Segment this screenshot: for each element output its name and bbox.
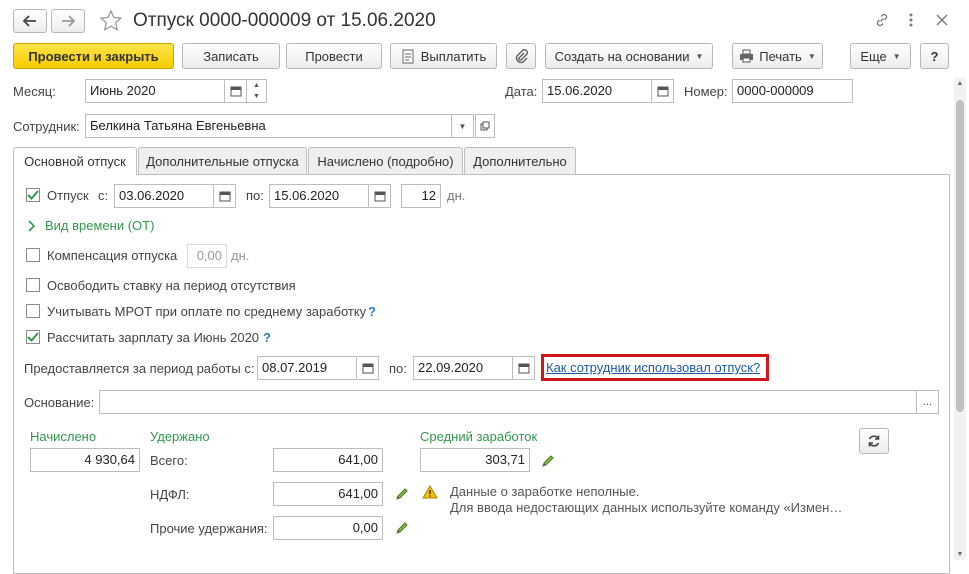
vacation-days-unit: дн.: [447, 188, 466, 203]
warning-icon: [422, 485, 438, 499]
time-type-link[interactable]: Вид времени (ОТ): [45, 218, 154, 234]
vacation-from-input[interactable]: 03.06.2020: [114, 184, 214, 208]
chevron-right-icon[interactable]: [28, 220, 36, 232]
edit-pencil-icon[interactable]: [541, 454, 555, 468]
edit-pencil-icon[interactable]: [395, 487, 409, 501]
checkmark-icon: [27, 332, 39, 342]
ndfl-label: НДФЛ:: [150, 487, 190, 502]
other-withheld-value: 0,00: [273, 516, 383, 540]
tab-panel-content: Отпуск с: 03.06.2020 по: 15.06.2020 12 д…: [0, 0, 969, 566]
calendar-icon: [518, 363, 529, 374]
usage-link[interactable]: Как сотрудник использовал отпуск?: [546, 360, 760, 376]
basis-select-button[interactable]: ...: [917, 390, 939, 414]
compensation-days-unit: дн.: [231, 248, 250, 263]
vacation-label: Отпуск: [47, 188, 89, 203]
edit-pencil-icon[interactable]: [395, 521, 409, 535]
refresh-icon: [868, 435, 880, 447]
basis-input[interactable]: [99, 390, 917, 414]
compensation-label: Компенсация отпуска: [47, 248, 178, 263]
warning-text-line1: Данные о заработке неполные.: [450, 484, 640, 499]
calendar-icon: [374, 191, 385, 202]
period-from-input[interactable]: 08.07.2019: [257, 356, 357, 380]
total-withheld-label: Всего:: [150, 453, 188, 468]
calendar-icon: [219, 191, 230, 202]
period-from-calendar-button[interactable]: [357, 356, 379, 380]
vacation-from-calendar-button[interactable]: [214, 184, 236, 208]
ndfl-value: 641,00: [273, 482, 383, 506]
total-withheld-value: 641,00: [273, 448, 383, 472]
period-to-input[interactable]: 22.09.2020: [413, 356, 513, 380]
period-to-label: по:: [389, 361, 407, 376]
mrot-checkbox[interactable]: [26, 304, 40, 318]
accrued-label: Начислено: [30, 429, 97, 444]
period-label: Предоставляется за период работы с:: [24, 361, 255, 376]
vacation-from-label: с:: [98, 188, 109, 203]
average-earnings-value: 303,71: [420, 448, 530, 472]
calc-salary-checkbox[interactable]: [26, 330, 40, 344]
warning-text-line2: Для ввода недостающих данных используйте…: [450, 500, 843, 515]
compensation-checkbox[interactable]: [26, 248, 40, 262]
calendar-icon: [362, 363, 373, 374]
period-to-calendar-button[interactable]: [513, 356, 535, 380]
calc-salary-help-icon[interactable]: ?: [263, 330, 271, 346]
average-earnings-label: Средний заработок: [420, 429, 538, 444]
withheld-label: Удержано: [150, 429, 210, 444]
compensation-days-input[interactable]: 0,00: [187, 244, 227, 268]
other-withheld-label: Прочие удержания:: [150, 521, 268, 536]
vacation-to-input[interactable]: 15.06.2020: [269, 184, 369, 208]
vacation-checkbox[interactable]: [26, 188, 40, 202]
free-rate-label: Освободить ставку на период отсутствия: [47, 278, 296, 293]
accrued-value: 4 930,64: [30, 448, 140, 472]
basis-label: Основание:: [24, 395, 95, 410]
vacation-to-calendar-button[interactable]: [369, 184, 391, 208]
vacation-days-input[interactable]: 12: [401, 184, 441, 208]
vacation-to-label: по:: [246, 188, 264, 203]
free-rate-checkbox[interactable]: [26, 278, 40, 292]
mrot-help-icon[interactable]: ?: [368, 304, 376, 320]
mrot-label: Учитывать МРОТ при оплате по среднему за…: [47, 304, 367, 319]
checkmark-icon: [27, 190, 39, 200]
calc-salary-label: Рассчитать зарплату за Июнь 2020: [47, 330, 260, 345]
refresh-button[interactable]: [859, 428, 889, 454]
